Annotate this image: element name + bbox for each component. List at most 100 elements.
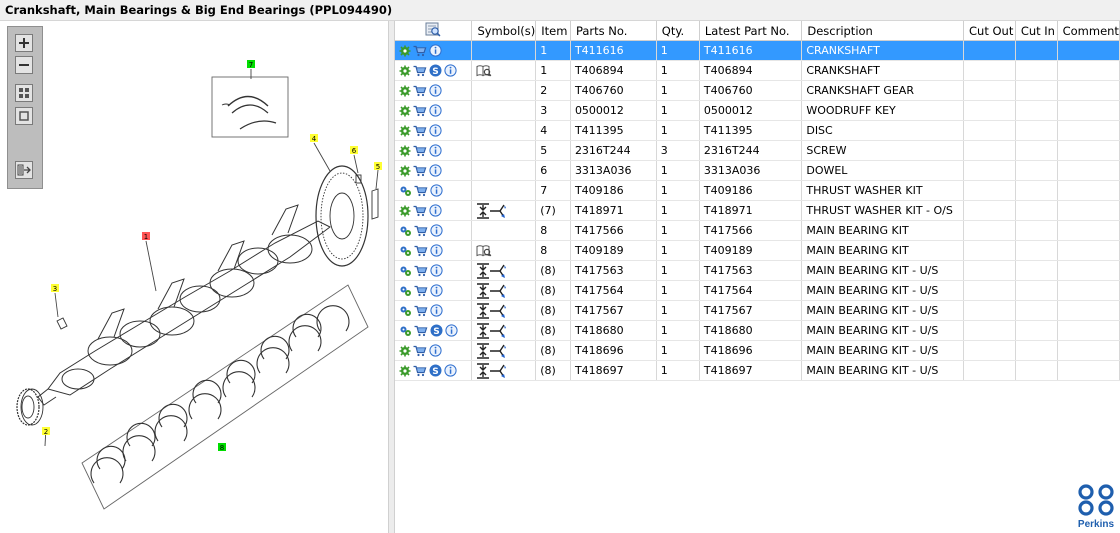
info-icon[interactable]: [428, 144, 442, 157]
interchange-icon[interactable]: [476, 202, 508, 219]
gears-icon[interactable]: [399, 305, 412, 317]
column-parts-no[interactable]: Parts No.: [569, 21, 657, 41]
cart-icon[interactable]: [414, 325, 428, 337]
column-cut-out[interactable]: Cut Out: [963, 21, 1016, 41]
cart-icon[interactable]: [413, 345, 427, 357]
cart-icon[interactable]: [414, 285, 428, 297]
table-row[interactable]: 5 2316T244 3 2316T244 SCREW: [394, 140, 1120, 161]
gears-icon[interactable]: [399, 185, 412, 197]
s-badge-icon[interactable]: S: [429, 64, 442, 77]
s-badge-icon[interactable]: S: [429, 364, 442, 377]
table-row[interactable]: 4 T411395 1 T411395 DISC: [394, 120, 1120, 141]
info-icon[interactable]: [428, 344, 442, 357]
cart-icon[interactable]: [414, 185, 428, 197]
zoom-out-icon[interactable]: [15, 56, 33, 74]
book-icon[interactable]: [476, 244, 492, 258]
column-comment[interactable]: Comment: [1056, 21, 1120, 41]
column-latest-part-no[interactable]: Latest Part No.: [698, 21, 803, 41]
cart-icon[interactable]: [414, 265, 428, 277]
cart-icon[interactable]: [413, 65, 427, 77]
interchange-icon[interactable]: [476, 342, 508, 359]
cart-icon[interactable]: [414, 245, 428, 257]
gear-icon[interactable]: [399, 45, 411, 57]
table-row[interactable]: (7) T418971 1 T418971 THRUST WASHER KIT - O/…: [394, 200, 1120, 221]
info-icon[interactable]: [428, 204, 442, 217]
gear-icon[interactable]: [399, 205, 411, 217]
info-icon[interactable]: [429, 284, 443, 297]
gear-icon[interactable]: [399, 105, 411, 117]
column-actions[interactable]: [393, 21, 473, 41]
interchange-icon[interactable]: [476, 302, 508, 319]
diagram-panel[interactable]: 7 4 6 5 1 3 2 8: [0, 21, 388, 533]
info-icon[interactable]: [443, 364, 457, 377]
column-qty[interactable]: Qty.: [655, 21, 700, 41]
table-row[interactable]: 6 3313A036 1 3313A036 DOWEL: [394, 160, 1120, 181]
export-icon[interactable]: [15, 161, 33, 179]
gears-icon[interactable]: [399, 285, 412, 297]
cart-icon[interactable]: [413, 365, 427, 377]
book-icon[interactable]: [476, 64, 492, 78]
info-icon[interactable]: [429, 244, 443, 257]
table-row[interactable]: 8 T409189 1 T409189 MAIN BEARING KIT: [394, 240, 1120, 261]
column-symbols[interactable]: Symbol(s): [471, 21, 537, 41]
interchange-icon[interactable]: [476, 282, 508, 299]
table-row[interactable]: (8) T418696 1 T418696 MAIN BEARING KIT - U/S: [394, 340, 1120, 361]
gear-icon[interactable]: [399, 365, 411, 377]
gear-icon[interactable]: [399, 165, 411, 177]
info-icon[interactable]: [429, 224, 443, 237]
table-row[interactable]: (8) T417563 1 T417563 MAIN BEARING KIT - U/S: [394, 260, 1120, 281]
fit-all-icon[interactable]: [15, 84, 33, 102]
info-icon[interactable]: [429, 304, 443, 317]
interchange-icon[interactable]: [476, 362, 508, 379]
cart-icon[interactable]: [413, 105, 427, 117]
cart-icon[interactable]: [414, 305, 428, 317]
cart-icon[interactable]: [413, 85, 427, 97]
search-details-icon[interactable]: [425, 22, 441, 40]
info-icon[interactable]: [444, 324, 458, 337]
info-icon[interactable]: [429, 184, 443, 197]
table-row[interactable]: (8) T417567 1 T417567 MAIN BEARING KIT - U/S: [394, 300, 1120, 321]
interchange-icon[interactable]: [476, 262, 508, 279]
table-row[interactable]: 7 T409186 1 T409186 THRUST WASHER KIT: [394, 180, 1120, 201]
gears-icon[interactable]: [399, 225, 412, 237]
gear-icon[interactable]: [399, 85, 411, 97]
column-item[interactable]: Item: [535, 21, 571, 41]
table-row[interactable]: 8 T417566 1 T417566 MAIN BEARING KIT: [394, 220, 1120, 241]
cart-icon[interactable]: [413, 205, 427, 217]
table-row[interactable]: S 1 T406894 1 T406894 CRANKSHAFT: [394, 60, 1120, 81]
gears-icon[interactable]: [399, 325, 412, 337]
info-icon[interactable]: [428, 124, 442, 137]
gear-icon[interactable]: [399, 345, 411, 357]
info-icon[interactable]: [428, 104, 442, 117]
table-row[interactable]: S (8) T418697 1 T418697 MAIN BEARING KIT - U/…: [394, 360, 1120, 381]
info-icon[interactable]: [428, 84, 442, 97]
info-icon[interactable]: [443, 64, 457, 77]
column-cut-in[interactable]: Cut In: [1014, 21, 1058, 41]
exploded-diagram[interactable]: 7 4 6 5 1 3 2 8: [0, 21, 388, 533]
gear-icon[interactable]: [399, 125, 411, 137]
info-icon[interactable]: [428, 44, 442, 57]
fit-page-icon[interactable]: [15, 107, 33, 125]
zoom-in-icon[interactable]: [15, 34, 33, 52]
info-icon[interactable]: [428, 164, 442, 177]
row-actions: [394, 40, 473, 61]
table-row[interactable]: 1 T411616 1 T411616 CRANKSHAFT: [394, 40, 1120, 61]
gears-icon[interactable]: [399, 265, 412, 277]
column-description[interactable]: Description: [801, 21, 965, 41]
table-row[interactable]: 2 T406760 1 T406760 CRANKSHAFT GEAR: [394, 80, 1120, 101]
cart-icon[interactable]: [413, 145, 427, 157]
table-row[interactable]: 3 0500012 1 0500012 WOODRUFF KEY: [394, 100, 1120, 121]
cut-in-cell: [1015, 200, 1058, 221]
cart-icon[interactable]: [413, 45, 427, 57]
interchange-icon[interactable]: [476, 322, 508, 339]
gear-icon[interactable]: [399, 145, 411, 157]
s-badge-icon[interactable]: S: [430, 324, 443, 337]
table-row[interactable]: S (8) T418680 1 T418680 MAIN BEARING KIT - U/…: [394, 320, 1120, 341]
info-icon[interactable]: [429, 264, 443, 277]
cart-icon[interactable]: [413, 125, 427, 137]
gear-icon[interactable]: [399, 65, 411, 77]
gears-icon[interactable]: [399, 245, 412, 257]
cart-icon[interactable]: [413, 165, 427, 177]
table-row[interactable]: (8) T417564 1 T417564 MAIN BEARING KIT - U/S: [394, 280, 1120, 301]
cart-icon[interactable]: [414, 225, 428, 237]
